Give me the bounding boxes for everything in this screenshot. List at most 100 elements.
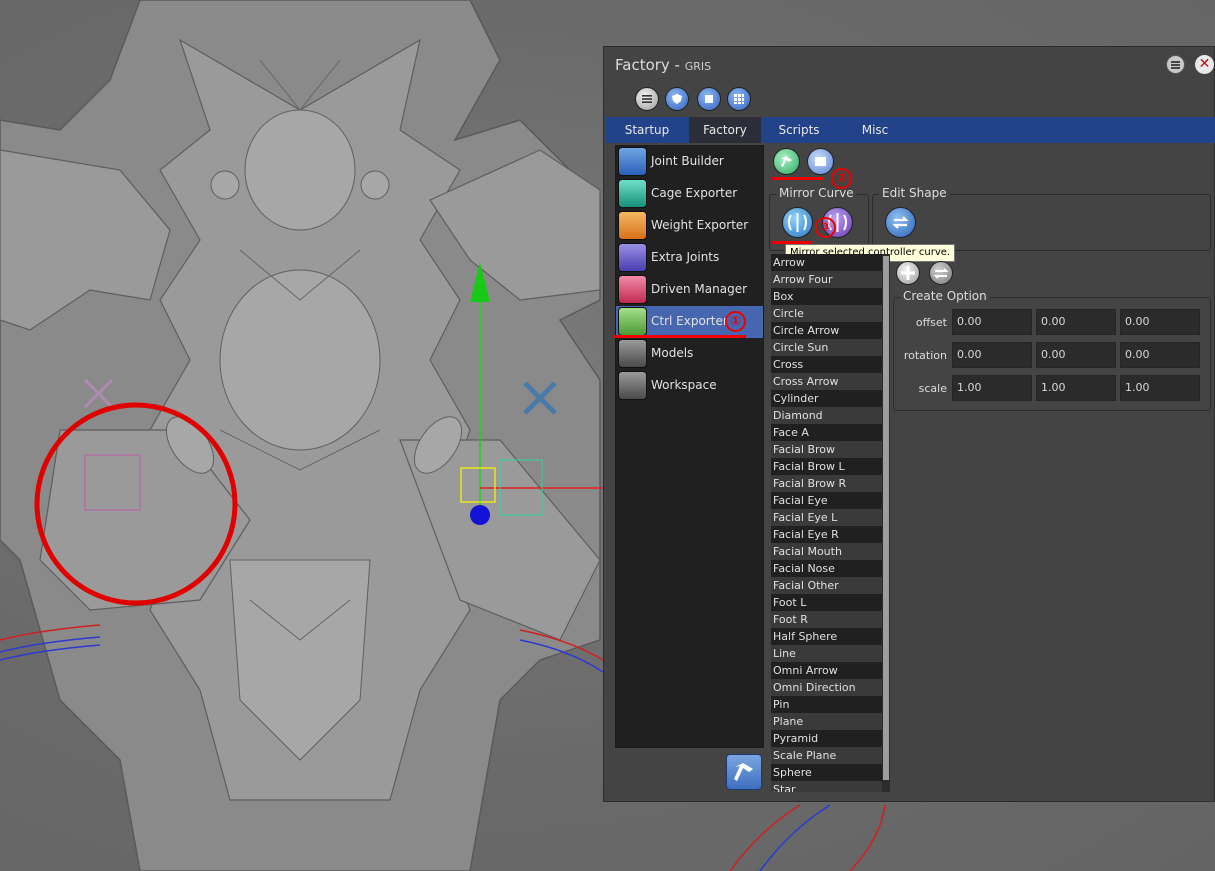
edit-mode-button[interactable]	[807, 148, 834, 175]
module-driven-manager[interactable]: Driven Manager	[616, 274, 763, 306]
offset-z-field[interactable]: 0.00	[1120, 309, 1200, 335]
list-item[interactable]: Cross Arrow	[771, 373, 882, 390]
tab-misc[interactable]: Misc	[837, 117, 913, 143]
window-title: Factory - GRIS	[615, 56, 712, 74]
module-label: Cage Exporter	[651, 186, 738, 200]
close-icon[interactable]: ✕	[1195, 55, 1214, 74]
annotation-underline	[614, 335, 746, 338]
module-cage-exporter[interactable]: Cage Exporter	[616, 178, 763, 210]
list-item[interactable]: Cylinder	[771, 390, 882, 407]
list-item[interactable]: Facial Eye	[771, 492, 882, 509]
joint-builder-icon	[618, 147, 647, 176]
title-bar[interactable]: Factory - GRIS ✕	[604, 47, 1214, 83]
swap-icon	[933, 268, 949, 279]
list-item[interactable]: Face A	[771, 424, 882, 441]
list-item[interactable]: Diamond	[771, 407, 882, 424]
list-item[interactable]: Cross	[771, 356, 882, 373]
list-item[interactable]: Scale Plane	[771, 747, 882, 764]
rotation-x-field[interactable]: 0.00	[952, 342, 1032, 368]
module-label: Driven Manager	[651, 282, 748, 296]
list-item[interactable]: Facial Other	[771, 577, 882, 594]
rotation-z-field[interactable]: 0.00	[1120, 342, 1200, 368]
scale-x-field[interactable]: 1.00	[952, 375, 1032, 401]
add-curve-button[interactable]	[896, 261, 920, 285]
list-item[interactable]: Facial Eye L	[771, 509, 882, 526]
tab-startup[interactable]: Startup	[605, 117, 689, 143]
module-label: Weight Exporter	[651, 218, 749, 232]
list-item[interactable]: Pin	[771, 696, 882, 713]
list-item[interactable]: Facial Eye R	[771, 526, 882, 543]
window-icon[interactable]	[697, 87, 721, 111]
module-joint-builder[interactable]: Joint Builder	[616, 146, 763, 178]
list-item[interactable]: Line	[771, 645, 882, 662]
module-weight-exporter[interactable]: Weight Exporter	[616, 210, 763, 242]
annotation-marker-1: ①	[725, 311, 746, 332]
list-item[interactable]: Facial Mouth	[771, 543, 882, 560]
create-option-group: Create Option offset 0.00 0.00 0.00 rota…	[893, 289, 1211, 411]
curve-list-scrollbar[interactable]	[882, 254, 890, 792]
scale-label: scale	[918, 382, 947, 395]
list-item[interactable]: Star	[771, 781, 882, 792]
cage-exporter-icon	[618, 179, 647, 208]
list-item[interactable]: Facial Nose	[771, 560, 882, 577]
rotation-y-field[interactable]: 0.00	[1036, 342, 1116, 368]
module-extra-joints[interactable]: Extra Joints	[616, 242, 763, 274]
offset-label: offset	[915, 316, 947, 329]
list-item[interactable]: Circle Sun	[771, 339, 882, 356]
list-item[interactable]: Foot R	[771, 611, 882, 628]
annotation-underline	[771, 241, 811, 244]
tab-factory[interactable]: Factory	[689, 117, 761, 143]
hamburger-menu-icon[interactable]	[1166, 55, 1185, 74]
create-curve-button[interactable]	[773, 148, 800, 175]
module-models[interactable]: Models	[616, 338, 763, 370]
edit-shape-group: Edit Shape	[872, 186, 1211, 251]
list-item[interactable]: Arrow Four	[771, 271, 882, 288]
annotation-marker-3: ③	[815, 217, 836, 238]
list-item[interactable]: Omni Arrow	[771, 662, 882, 679]
list-item[interactable]: Arrow	[771, 254, 882, 271]
list-item[interactable]: Box	[771, 288, 882, 305]
window-icon	[815, 157, 826, 166]
rotation-label: rotation	[903, 349, 947, 362]
curve-shape-list[interactable]: Arrow Arrow Four Box Circle Circle Arrow Circ…	[771, 254, 882, 792]
tab-bar: Startup Factory Scripts Misc	[605, 117, 1215, 143]
list-item[interactable]: Circle Arrow	[771, 322, 882, 339]
offset-y-field[interactable]: 0.00	[1036, 309, 1116, 335]
hammer-icon	[781, 156, 792, 167]
module-label: Joint Builder	[651, 154, 724, 168]
factory-window: Factory - GRIS ✕ Startup Factory Scripts…	[603, 46, 1215, 802]
list-item[interactable]: Circle	[771, 305, 882, 322]
plus-icon	[901, 266, 915, 280]
swap-curve-button[interactable]	[929, 261, 953, 285]
scrollbar-thumb[interactable]	[883, 256, 889, 780]
list-item[interactable]: Foot L	[771, 594, 882, 611]
list-item[interactable]: Pyramid	[771, 730, 882, 747]
list-item[interactable]: Facial Brow L	[771, 458, 882, 475]
driven-manager-icon	[618, 275, 647, 304]
mirror-curve-button[interactable]	[782, 207, 813, 238]
create-option-label: Create Option	[900, 289, 990, 303]
edit-shape-label: Edit Shape	[879, 186, 950, 200]
hammer-tool-button[interactable]	[726, 754, 762, 790]
list-item[interactable]: Facial Brow R	[771, 475, 882, 492]
replace-shape-button[interactable]	[885, 207, 916, 238]
module-label: Workspace	[651, 378, 717, 392]
list-item[interactable]: Facial Brow	[771, 441, 882, 458]
menu-icon[interactable]	[635, 87, 659, 111]
list-item[interactable]: Sphere	[771, 764, 882, 781]
list-item[interactable]: Plane	[771, 713, 882, 730]
scale-y-field[interactable]: 1.00	[1036, 375, 1116, 401]
offset-x-field[interactable]: 0.00	[952, 309, 1032, 335]
shield-icon[interactable]	[665, 87, 689, 111]
scale-z-field[interactable]: 1.00	[1120, 375, 1200, 401]
list-item[interactable]: Half Sphere	[771, 628, 882, 645]
tab-scripts[interactable]: Scripts	[761, 117, 837, 143]
replace-icon	[892, 216, 909, 229]
hammer-icon	[734, 763, 753, 781]
ctrl-exporter-icon	[618, 307, 647, 336]
workspace-icon	[618, 371, 647, 400]
grid-icon[interactable]	[727, 87, 751, 111]
module-workspace[interactable]: Workspace	[616, 370, 763, 402]
module-list: Joint Builder Cage Exporter Weight Expor…	[615, 145, 764, 748]
list-item[interactable]: Omni Direction	[771, 679, 882, 696]
